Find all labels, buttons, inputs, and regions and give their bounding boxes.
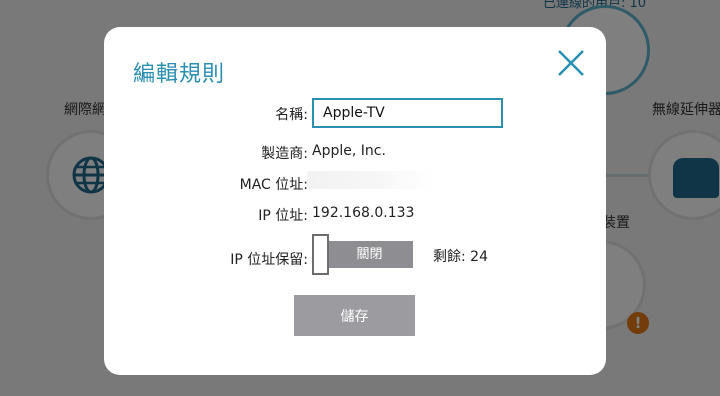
mac-label: MAC 位址: (239, 177, 308, 193)
remaining-count: 剩餘: 24 (433, 249, 488, 265)
close-icon[interactable] (555, 47, 587, 79)
ip-label: IP 位址: (258, 208, 308, 224)
save-button[interactable]: 儲存 (294, 295, 415, 336)
toggle-track: 關閉 (326, 241, 413, 268)
toggle-state-text: 關閉 (356, 247, 383, 262)
ip-reservation-label: IP 位址保留: (230, 252, 308, 268)
edit-rule-dialog: 編輯規則 名稱: 製造商: Apple, Inc. MAC 位址: IP 位址:… (104, 27, 606, 375)
ip-value: 192.168.0.133 (312, 205, 415, 221)
name-input[interactable] (312, 98, 503, 128)
dialog-title: 編輯規則 (133, 62, 226, 87)
name-label: 名稱: (275, 107, 308, 123)
ip-reservation-toggle[interactable]: 關閉 (312, 234, 413, 275)
manufacturer-value: Apple, Inc. (312, 143, 386, 159)
manufacturer-label: 製造商: (261, 146, 308, 162)
mac-value-redacted (307, 171, 433, 189)
toggle-knob[interactable] (312, 234, 329, 275)
